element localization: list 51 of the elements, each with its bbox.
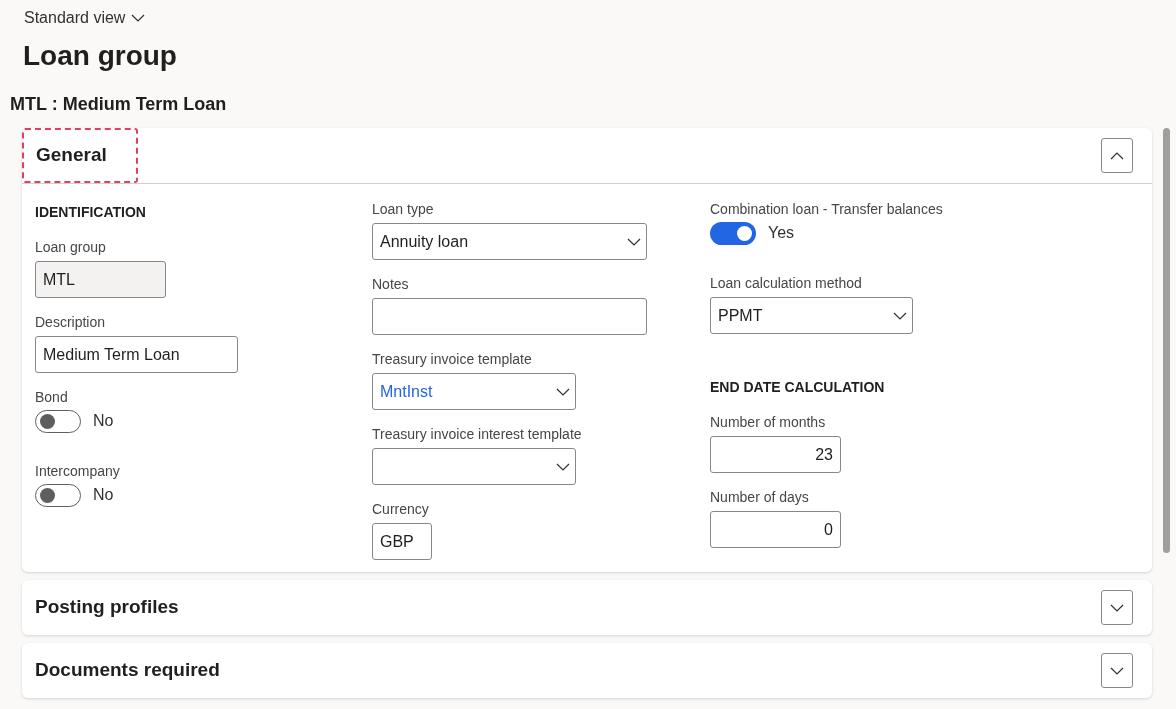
field-label: Treasury invoice template: [372, 350, 533, 368]
section-header[interactable]: Posting profiles: [22, 580, 191, 635]
dropdown-value: PPMT: [718, 305, 763, 326]
dropdown-field[interactable]: PPMT: [710, 297, 913, 334]
chevron-down-icon: [556, 387, 570, 396]
chevron-down-icon: [627, 237, 641, 246]
field-label: Bond: [35, 388, 69, 406]
view-selector[interactable]: Standard view: [24, 6, 126, 30]
page-title: Loan group: [23, 40, 177, 71]
record-title: MTL : Medium Term Loan: [10, 94, 227, 114]
toggle-switch[interactable]: [35, 409, 81, 433]
field-label: Loan calculation method: [710, 274, 863, 292]
chevron-down-icon: [1110, 603, 1124, 612]
expand-toggle-button[interactable]: [1101, 138, 1133, 173]
toggle-switch[interactable]: [710, 221, 756, 245]
scrollbar-thumb[interactable]: [1163, 128, 1170, 553]
field-label: Loan group: [35, 238, 107, 256]
chevron-down-icon: [131, 14, 146, 22]
input-field[interactable]: [372, 298, 647, 335]
expand-toggle-button[interactable]: [1101, 590, 1133, 625]
dropdown-value: Annuity loan: [380, 231, 469, 252]
dropdown-field[interactable]: MntInst: [372, 373, 576, 410]
section-heading: END DATE CALCULATION: [710, 379, 885, 395]
toggle-value: No: [93, 411, 114, 431]
field-label: Number of days: [710, 488, 810, 506]
field-label: Notes: [372, 275, 410, 293]
dropdown-field[interactable]: Annuity loan: [372, 223, 647, 260]
field-label: Description: [35, 313, 107, 331]
input-field[interactable]: 0: [710, 511, 841, 548]
chevron-down-icon: [893, 311, 907, 320]
toggle-switch[interactable]: [35, 483, 81, 507]
toggle-value: Yes: [768, 223, 795, 243]
chevron-up-icon: [1110, 151, 1124, 160]
field-label: Intercompany: [35, 462, 121, 480]
section-header[interactable]: General: [22, 128, 138, 183]
expand-toggle-button[interactable]: [1101, 653, 1133, 688]
field-label: Treasury invoice interest template: [372, 425, 583, 443]
chevron-down-icon: [556, 462, 570, 471]
field-label: Currency: [372, 500, 430, 518]
dropdown-field[interactable]: [372, 448, 576, 485]
section-heading: IDENTIFICATION: [35, 204, 146, 220]
section-header[interactable]: Documents required: [22, 643, 232, 698]
field-label: Loan type: [372, 200, 435, 218]
input-field[interactable]: 23: [710, 436, 841, 473]
dropdown-value: MntInst: [380, 381, 433, 402]
toggle-value: No: [93, 485, 114, 505]
field-label: Combination loan - Transfer balances: [710, 200, 944, 218]
input-field[interactable]: Medium Term Loan: [35, 336, 238, 373]
chevron-down-icon: [1110, 666, 1124, 675]
input-field[interactable]: GBP: [372, 523, 432, 560]
field-label: Number of months: [710, 413, 827, 431]
